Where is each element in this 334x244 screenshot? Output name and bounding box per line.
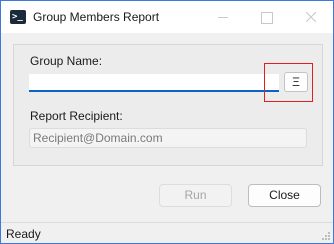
highlight-annotation [264,63,313,102]
powershell-icon: >_ [10,10,26,24]
resize-grip-icon[interactable] [321,231,331,241]
dialog-window: >_ Group Members Report Group Name: Ξ Re… [0,0,334,244]
close-window-button[interactable] [289,1,333,33]
close-button[interactable]: Close [248,184,321,207]
status-text: Ready [6,227,41,241]
group-name-label: Group Name: [30,54,103,68]
window-title: Group Members Report [33,10,160,24]
group-name-input[interactable] [29,74,279,92]
close-icon [306,12,316,22]
maximize-button[interactable] [244,1,288,33]
report-recipient-input[interactable]: Recipient@Domain.com [29,128,307,148]
run-button[interactable]: Run [159,184,232,207]
title-bar: >_ Group Members Report [1,1,333,33]
report-recipient-label: Report Recipient: [30,109,123,123]
minimize-button[interactable] [201,1,245,33]
status-bar: Ready [1,222,333,243]
